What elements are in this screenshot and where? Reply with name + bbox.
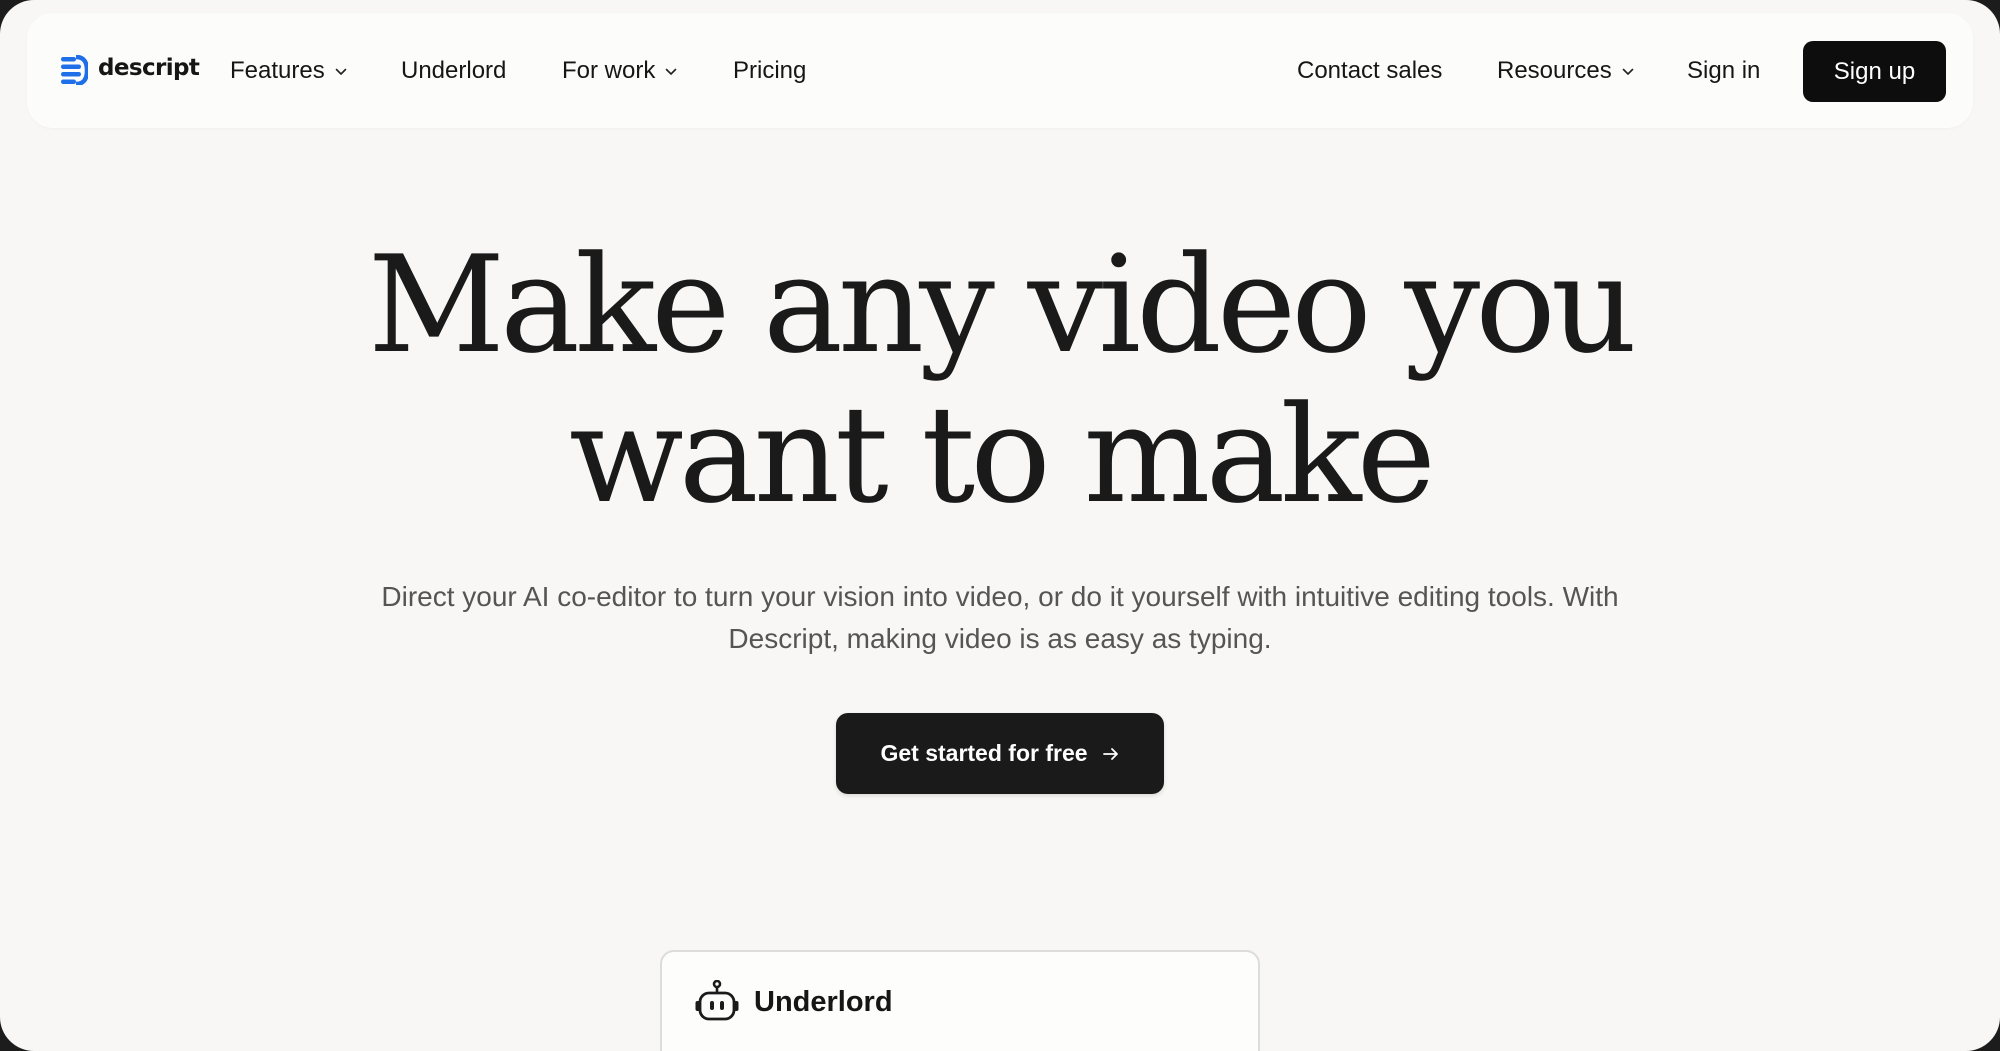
hero-title: Make any video you want to make <box>0 230 2000 530</box>
sign-in-link: Sign in <box>1687 56 1761 84</box>
nav-resources-label: Resources <box>1497 56 1612 84</box>
get-started-button[interactable]: Get started for free <box>836 713 1164 794</box>
nav-contact-sales[interactable]: Contact sales <box>1297 13 1442 128</box>
nav-contact-sales-label: Contact sales <box>1297 56 1443 84</box>
nav-pricing-label: Pricing <box>733 56 807 84</box>
brand-name: descript <box>98 54 200 81</box>
descript-logo-icon <box>61 55 88 85</box>
nav-pricing[interactable]: Pricing <box>733 13 806 128</box>
robot-icon <box>695 980 739 1021</box>
brand-logo[interactable]: descript <box>61 53 200 87</box>
nav-for-work-label: For work <box>562 56 656 84</box>
top-navigation: descript Features Underlord For work Pri… <box>27 13 1973 128</box>
hero-title-line-1: Make any video you <box>367 227 1637 383</box>
chevron-down-icon <box>1622 68 1634 75</box>
nav-underlord[interactable]: Underlord <box>401 13 506 128</box>
chevron-down-icon <box>666 68 677 75</box>
nav-resources[interactable]: Resources <box>1497 13 1634 128</box>
underlord-card: Underlord <box>660 950 1260 1051</box>
page: descript Features Underlord For work Pri… <box>0 0 2000 1051</box>
get-started-label: Get started for free <box>880 740 1088 766</box>
nav-features-label: Features <box>230 56 325 84</box>
nav-features[interactable]: Features <box>230 13 347 128</box>
nav-underlord-label: Underlord <box>401 56 507 84</box>
hero-subtitle: Direct your AI co-editor to turn your vi… <box>381 581 1619 654</box>
nav-sign-in[interactable]: Sign in <box>1687 13 1760 128</box>
nav-for-work[interactable]: For work <box>562 13 677 128</box>
chevron-down-icon <box>335 68 347 75</box>
underlord-card-title: Underlord <box>754 985 893 1018</box>
hero-title-line-2: want to make <box>569 377 1436 533</box>
arrow-right-icon <box>1102 747 1118 760</box>
sign-up-button[interactable]: Sign up <box>1803 41 1946 102</box>
underlord-card-header: Underlord <box>694 980 893 1024</box>
